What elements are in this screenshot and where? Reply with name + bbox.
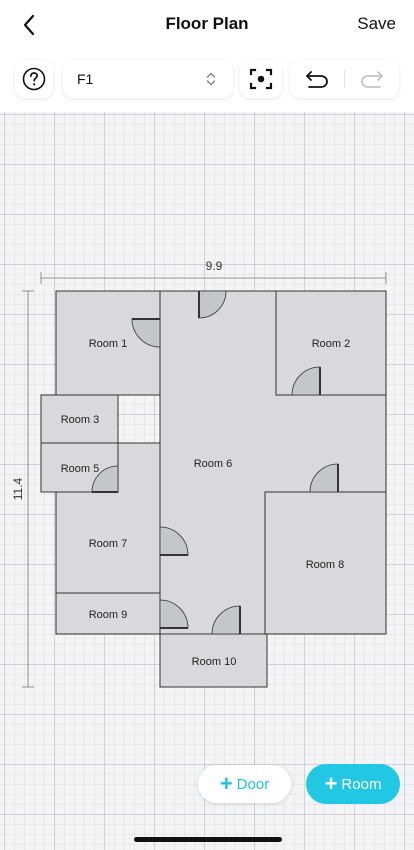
undo-button[interactable] (290, 60, 344, 98)
floor-plan-canvas[interactable]: 9.9 11.4 Room 1 Room 2 Room 3 Room 5 Roo… (0, 0, 414, 850)
width-dimension: 9.9 (40, 259, 387, 284)
add-room-button[interactable]: + Room (306, 764, 400, 804)
undo-icon (306, 71, 328, 88)
room-8[interactable] (264, 491, 387, 635)
room-1[interactable] (55, 290, 161, 396)
add-door-button[interactable]: + Door (198, 765, 291, 803)
redo-button[interactable] (345, 60, 399, 98)
add-room-label: Room (341, 775, 382, 793)
page-title: Floor Plan (165, 14, 249, 33)
room-9[interactable] (55, 592, 161, 635)
top-bar: Floor Plan Save F1 (0, 0, 414, 112)
plus-icon: + (219, 771, 233, 796)
floor-select-value: F1 (77, 71, 94, 87)
plus-icon: + (324, 771, 338, 796)
navigation-bar: Floor Plan Save (0, 0, 414, 50)
width-dimension-label: 9.9 (206, 259, 223, 273)
center-view-button[interactable] (240, 60, 282, 98)
redo-icon (361, 71, 383, 88)
focus-frame-icon (249, 68, 273, 90)
room-3[interactable] (40, 394, 119, 444)
floor-select[interactable]: F1 (63, 60, 233, 98)
room-5[interactable] (40, 442, 119, 493)
help-button[interactable] (15, 60, 53, 98)
room-2[interactable] (275, 290, 387, 396)
chevron-up-down-icon (206, 72, 216, 86)
height-dimension: 11.4 (11, 290, 34, 688)
home-indicator (134, 837, 282, 842)
undo-redo-group (290, 60, 399, 98)
question-circle-icon (22, 67, 46, 91)
save-button[interactable]: Save (357, 14, 396, 34)
room-10[interactable] (159, 633, 268, 688)
add-door-label: Door (236, 775, 270, 793)
height-dimension-label: 11.4 (11, 477, 25, 500)
